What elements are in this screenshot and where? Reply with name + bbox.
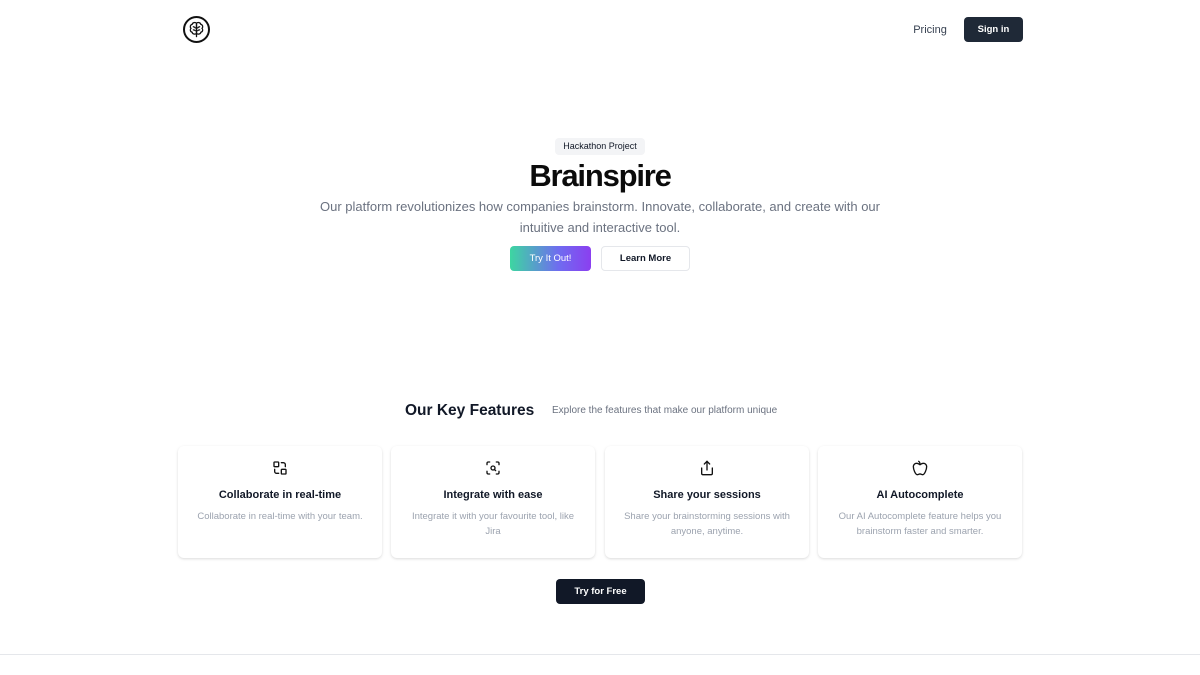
try-for-free-button[interactable]: Try for Free	[556, 579, 645, 604]
site-header: Pricing Sign in	[0, 0, 1200, 58]
hero-title: Brainspire	[529, 158, 672, 193]
learn-more-button[interactable]: Learn More	[601, 246, 690, 271]
sign-in-button[interactable]: Sign in	[964, 17, 1023, 42]
feature-title: Collaborate in real-time	[218, 489, 342, 501]
apple-icon	[912, 460, 928, 476]
feature-card-collaborate: Collaborate in real-time Collaborate in …	[178, 446, 382, 558]
collaborate-icon	[272, 460, 288, 476]
landing-page: Pricing Sign in Hackathon Project Brains…	[0, 0, 1200, 675]
feature-title: AI Autocomplete	[876, 489, 964, 501]
hero-description: Our platform revolutionizes how companie…	[319, 199, 880, 235]
feature-card-integrate: Integrate with ease Integrate it with yo…	[391, 446, 595, 558]
footer-divider	[0, 654, 1200, 655]
features-subtitle: Explore the features that make our platf…	[552, 405, 778, 416]
brain-icon[interactable]	[183, 16, 210, 43]
feature-card-ai: AI Autocomplete Our AI Autocomplete feat…	[818, 446, 1022, 558]
feature-title: Integrate with ease	[443, 489, 543, 501]
try-it-out-button[interactable]: Try It Out!	[510, 246, 591, 271]
feature-description: Integrate it with your favourite tool, l…	[411, 511, 575, 537]
feature-card-share: Share your sessions Share your brainstor…	[605, 446, 809, 558]
features-title: Our Key Features	[405, 402, 535, 419]
project-badge: Hackathon Project	[555, 138, 645, 155]
nav-link-pricing[interactable]: Pricing	[902, 22, 958, 38]
scan-icon	[485, 460, 501, 476]
feature-description: Collaborate in real-time with your team.	[197, 511, 363, 522]
feature-title: Share your sessions	[653, 489, 761, 501]
feature-description: Our AI Autocomplete feature helps you br…	[838, 511, 1002, 537]
share-icon	[699, 460, 715, 476]
feature-description: Share your brainstorming sessions with a…	[624, 511, 790, 537]
